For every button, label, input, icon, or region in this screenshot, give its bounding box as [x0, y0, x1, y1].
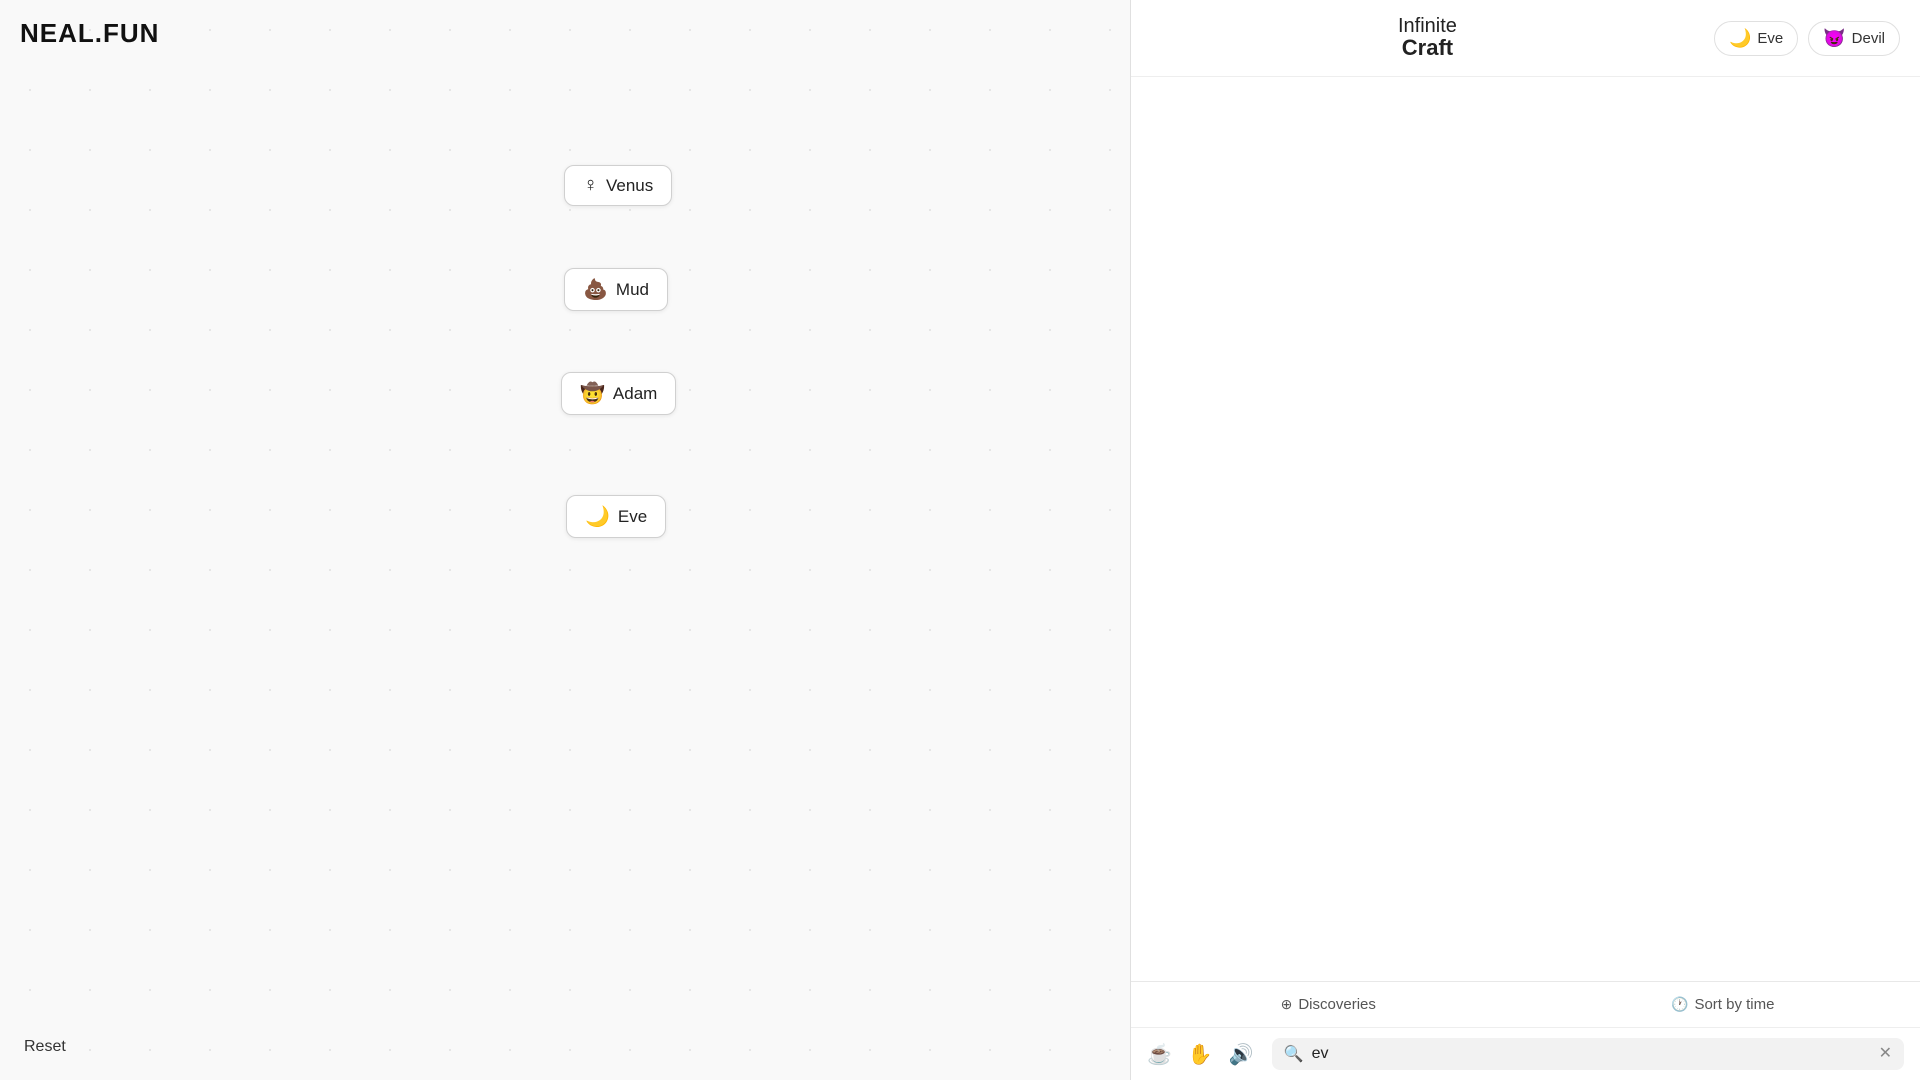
node-venus-emoji: ♀ [583, 174, 598, 197]
logo: NEAL.FUN [20, 18, 159, 49]
badge-eve-emoji: 🌙 [1729, 28, 1751, 49]
search-input-wrapper[interactable]: 🔍 ✕ [1272, 1038, 1904, 1070]
node-venus[interactable]: ♀ Venus [564, 165, 672, 206]
volume-icon[interactable]: 🔊 [1229, 1042, 1254, 1067]
badge-devil-label: Devil [1852, 30, 1885, 47]
search-icon: 🔍 [1284, 1044, 1304, 1064]
tab-sort-by-time-label: Sort by time [1694, 996, 1774, 1013]
search-clear-button[interactable]: ✕ [1879, 1046, 1892, 1062]
node-mud[interactable]: 💩 Mud [564, 268, 668, 311]
tab-discoveries[interactable]: ⊕ Discoveries [1131, 982, 1526, 1027]
node-mud-emoji: 💩 [583, 277, 608, 302]
badge-eve[interactable]: 🌙 Eve [1714, 21, 1798, 56]
node-eve[interactable]: 🌙 Eve [566, 495, 666, 538]
discoveries-icon: ⊕ [1281, 996, 1293, 1013]
sidebar-footer: ⊕ Discoveries 🕐 Sort by time ☕ ✋ 🔊 🔍 ✕ [1131, 981, 1920, 1080]
title-infinite: Infinite [1398, 16, 1457, 36]
node-eve-label: Eve [618, 507, 647, 527]
search-input[interactable] [1312, 1045, 1871, 1063]
node-adam-label: Adam [613, 384, 657, 404]
hand-icon[interactable]: ✋ [1188, 1042, 1213, 1067]
sort-time-icon: 🕐 [1671, 996, 1688, 1013]
sidebar: Infinite Craft 🌙 Eve 😈 Devil ⊕ Discoveri… [1130, 0, 1920, 1080]
node-eve-emoji: 🌙 [585, 504, 610, 529]
node-adam-emoji: 🤠 [580, 381, 605, 406]
title-craft: Craft [1402, 36, 1453, 60]
coffee-icon[interactable]: ☕ [1147, 1042, 1172, 1067]
badge-devil-emoji: 😈 [1823, 28, 1845, 49]
reset-button[interactable]: Reset [24, 1038, 66, 1056]
tab-discoveries-label: Discoveries [1298, 996, 1376, 1013]
node-mud-label: Mud [616, 280, 649, 300]
canvas-area[interactable]: NEAL.FUN ♀ Venus 💩 Mud 🤠 Adam 🌙 Eve [0, 0, 1130, 1080]
badge-eve-label: Eve [1757, 30, 1783, 47]
node-venus-label: Venus [606, 176, 653, 196]
node-adam[interactable]: 🤠 Adam [561, 372, 676, 415]
tab-sort-by-time[interactable]: 🕐 Sort by time [1526, 982, 1920, 1027]
sidebar-header: Infinite Craft 🌙 Eve 😈 Devil [1131, 0, 1920, 77]
badge-devil[interactable]: 😈 Devil [1808, 21, 1900, 56]
infinite-craft-title: Infinite Craft [1398, 16, 1457, 60]
footer-tabs: ⊕ Discoveries 🕐 Sort by time [1131, 982, 1920, 1028]
sidebar-body[interactable] [1131, 77, 1920, 981]
search-bar: ☕ ✋ 🔊 🔍 ✕ [1131, 1028, 1920, 1080]
tool-icons: ☕ ✋ 🔊 [1147, 1042, 1254, 1067]
